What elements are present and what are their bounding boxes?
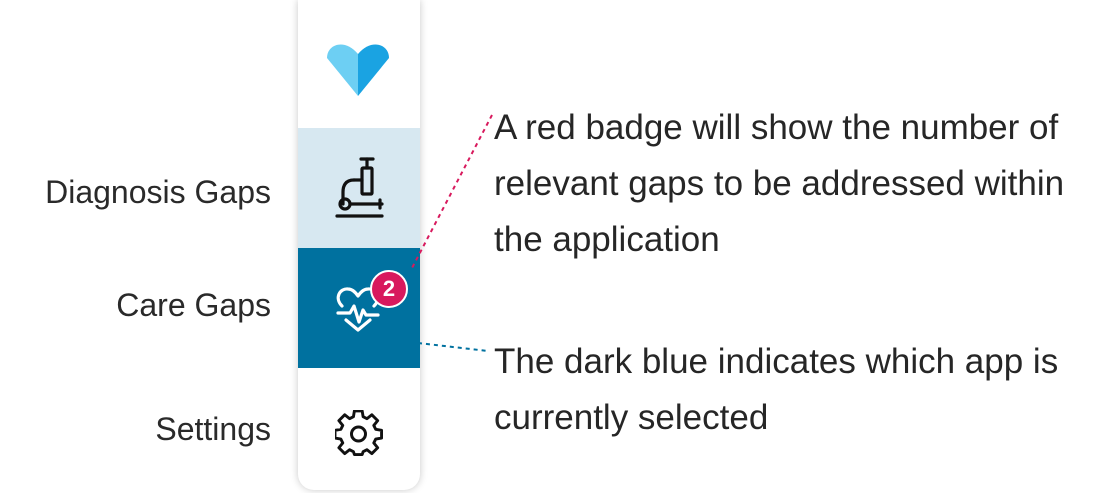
badge-annotation-line-3: the application xyxy=(494,220,720,259)
selected-annotation: The dark blue indicates which app is cur… xyxy=(494,334,1114,446)
badge-annotation-line-1: A red badge will show the number of xyxy=(494,108,1059,147)
badge-annotation: A red badge will show the number of rele… xyxy=(494,100,1114,268)
badge-annotation-line-2: relevant gaps to be addressed within xyxy=(494,164,1065,203)
badge-leader-line xyxy=(411,114,493,269)
selected-annotation-line-2: currently selected xyxy=(494,398,769,437)
selected-leader-line xyxy=(417,342,489,352)
selected-annotation-line-1: The dark blue indicates which app is xyxy=(494,342,1059,381)
